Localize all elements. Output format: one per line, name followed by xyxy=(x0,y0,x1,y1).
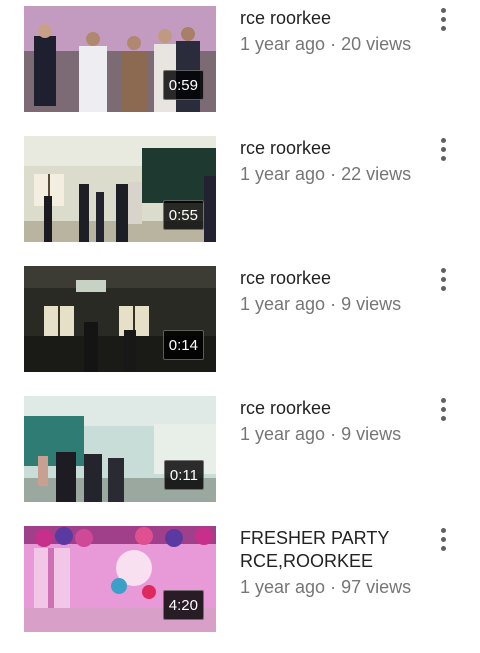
video-item[interactable]: 0:59 rce roorkee 1 year ago · 20 views xyxy=(0,0,480,112)
view-count: 9 views xyxy=(341,424,402,444)
upload-age: 1 year ago xyxy=(240,294,326,314)
meta-separator: · xyxy=(330,424,337,444)
upload-age: 1 year ago xyxy=(240,424,326,444)
meta-separator: · xyxy=(330,577,337,597)
video-title: rce roorkee xyxy=(240,268,332,288)
video-duration: 0:14 xyxy=(162,330,204,360)
more-vert-icon[interactable] xyxy=(433,4,453,34)
video-item[interactable]: 4:20 FRESHER PARTY RCE,ROORKEE 1 year ag… xyxy=(0,520,480,632)
video-duration: 4:20 xyxy=(162,590,204,620)
video-thumbnail[interactable]: 0:59 xyxy=(24,6,216,112)
view-count: 20 views xyxy=(341,34,412,54)
more-vert-icon[interactable] xyxy=(433,134,453,164)
video-thumbnail[interactable]: 0:14 xyxy=(24,266,216,372)
video-meta: 1 year ago · 97 views xyxy=(240,576,411,599)
video-title: rce roorkee xyxy=(240,138,332,158)
meta-separator: · xyxy=(330,34,337,54)
view-count: 97 views xyxy=(341,577,412,597)
video-title: rce roorkee xyxy=(240,8,332,28)
video-meta: 1 year ago · 9 views xyxy=(240,293,401,316)
more-vert-icon[interactable] xyxy=(433,264,453,294)
more-vert-icon[interactable] xyxy=(433,524,453,554)
view-count: 22 views xyxy=(341,164,412,184)
upload-age: 1 year ago xyxy=(240,577,326,597)
video-thumbnail[interactable]: 0:55 xyxy=(24,136,216,242)
upload-age: 1 year ago xyxy=(240,164,326,184)
video-meta: 1 year ago · 9 views xyxy=(240,423,401,446)
meta-separator: · xyxy=(330,164,337,184)
more-vert-icon[interactable] xyxy=(433,394,453,424)
video-meta: 1 year ago · 22 views xyxy=(240,163,411,186)
video-meta: 1 year ago · 20 views xyxy=(240,33,411,56)
video-thumbnail[interactable]: 0:11 xyxy=(24,396,216,502)
view-count: 9 views xyxy=(341,294,402,314)
video-duration: 0:11 xyxy=(163,460,204,490)
video-item[interactable]: 0:55 rce roorkee 1 year ago · 22 views xyxy=(0,130,480,242)
video-item[interactable]: 0:14 rce roorkee 1 year ago · 9 views xyxy=(0,260,480,372)
video-thumbnail[interactable]: 4:20 xyxy=(24,526,216,632)
video-title: FRESHER PARTY RCE,ROORKEE xyxy=(240,528,390,571)
upload-age: 1 year ago xyxy=(240,34,326,54)
video-duration: 0:55 xyxy=(162,200,204,230)
video-item[interactable]: 0:11 rce roorkee 1 year ago · 9 views xyxy=(0,390,480,502)
meta-separator: · xyxy=(330,294,337,314)
video-title: rce roorkee xyxy=(240,398,332,418)
video-duration: 0:59 xyxy=(162,70,204,100)
